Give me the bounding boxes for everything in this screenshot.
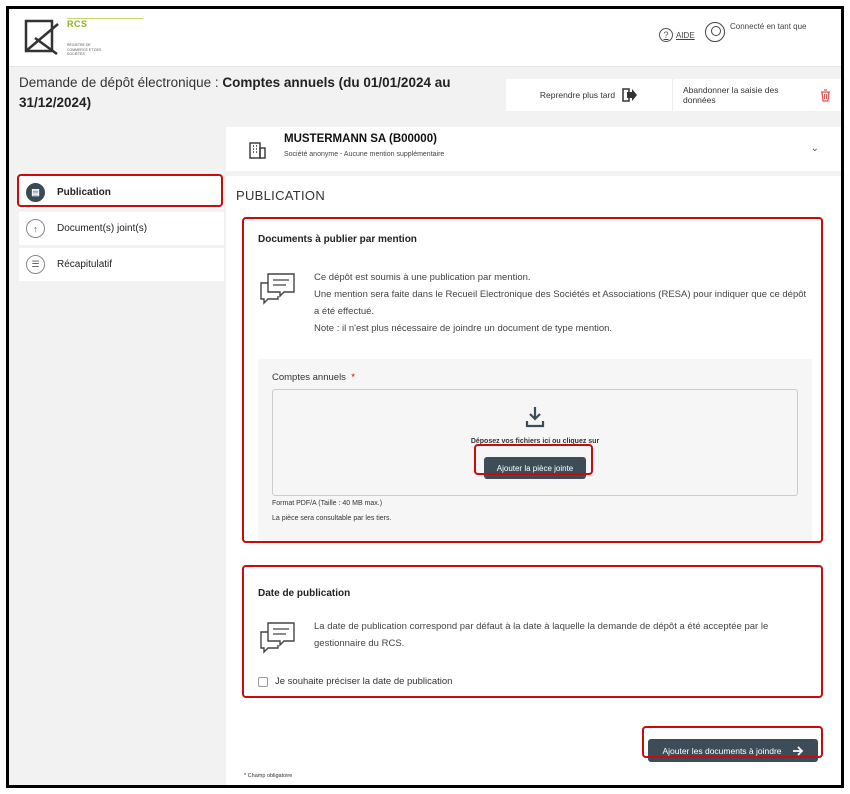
- trash-icon: [821, 88, 831, 102]
- page-title-prefix: Demande de dépôt électronique :: [19, 75, 223, 90]
- add-documents-label: Ajouter les documents à joindre: [662, 745, 782, 756]
- sidebar-item-documents[interactable]: ↑ Document(s) joint(s): [19, 212, 224, 245]
- company-subtitle: Société anonyme - Aucune mention supplém…: [284, 151, 445, 158]
- format-hint: Format PDF/A (Taille : 40 MB max.): [272, 500, 383, 507]
- sidebar-item-publication[interactable]: ▤ Publication: [19, 176, 224, 209]
- company-name: MUSTERMANN SA (B00000): [284, 133, 437, 145]
- building-icon: [249, 142, 266, 159]
- mention-card-title: Documents à publier par mention: [258, 234, 417, 245]
- date-info: La date de publication correspond par dé…: [258, 618, 813, 654]
- dropzone-text: Déposez vos fichiers ici ou cliquez sur: [470, 438, 600, 445]
- mention-line-2: Une mention sera faite dans le Recueil E…: [314, 289, 807, 317]
- specify-date-label[interactable]: Je souhaite préciser la date de publicat…: [275, 676, 452, 687]
- exit-arrow-icon: [622, 88, 638, 102]
- mention-card: Documents à publier par mention Ce dépôt…: [244, 219, 822, 552]
- user-menu[interactable]: Connecté en tant que: [705, 22, 807, 42]
- summary-icon: ☰: [26, 255, 45, 274]
- chat-bubbles-icon: [260, 273, 295, 305]
- sidebar-item-label: Récapitulatif: [57, 259, 113, 270]
- date-info-text: La date de publication correspond par dé…: [314, 621, 769, 649]
- date-card: Date de publication La date de publicati…: [244, 573, 822, 704]
- company-panel[interactable]: MUSTERMANN SA (B00000) Société anonyme -…: [226, 127, 841, 171]
- sidebar: ▤ Publication ↑ Document(s) joint(s) ☰ R…: [19, 176, 224, 284]
- add-documents-button[interactable]: Ajouter les documents à joindre: [648, 739, 818, 762]
- upload-label-text: Comptes annuels: [272, 372, 346, 383]
- mention-line-1: Ce dépôt est soumis à une publication pa…: [314, 272, 531, 283]
- download-icon: [525, 407, 545, 428]
- mention-info: Ce dépôt est soumis à une publication pa…: [258, 269, 813, 337]
- specify-date-row: Je souhaite préciser la date de publicat…: [258, 676, 452, 687]
- upload-label: Comptes annuels *: [272, 372, 355, 383]
- publication-icon: ▤: [26, 183, 45, 202]
- user-label: Connecté en tant que: [730, 22, 807, 31]
- main-content: PUBLICATION Documents à publier par ment…: [226, 176, 841, 785]
- arrow-right-icon: [792, 745, 803, 756]
- rcs-logo-icon: [24, 19, 59, 56]
- mandatory-note: * Champ obligatoire: [244, 773, 293, 779]
- sidebar-item-label: Document(s) joint(s): [57, 223, 148, 234]
- save-later-button[interactable]: Reprendre plus tard: [506, 79, 673, 111]
- page-title: Demande de dépôt électronique : Comptes …: [19, 73, 499, 113]
- chevron-down-icon[interactable]: ⌄: [811, 143, 819, 154]
- sidebar-item-summary[interactable]: ☰ Récapitulatif: [19, 248, 224, 281]
- specify-date-checkbox[interactable]: [258, 676, 268, 687]
- logo-subtitle: REGISTRE DE COMMERCE ET DES SOCIÉTÉS: [67, 43, 102, 56]
- help-link[interactable]: ? AIDE: [659, 28, 695, 42]
- section-title: PUBLICATION: [236, 188, 326, 203]
- user-avatar-icon: [705, 22, 725, 42]
- help-icon: ?: [659, 28, 673, 42]
- top-bar: RCS REGISTRE DE COMMERCE ET DES SOCIÉTÉS…: [9, 9, 841, 67]
- mention-info-text: Ce dépôt est soumis à une publication pa…: [314, 269, 813, 337]
- file-dropzone[interactable]: Déposez vos fichiers ici ou cliquez sur …: [272, 389, 798, 496]
- rcs-logo[interactable]: RCS REGISTRE DE COMMERCE ET DES SOCIÉTÉS: [23, 16, 143, 58]
- date-card-title: Date de publication: [258, 588, 351, 599]
- upload-section: Comptes annuels * Déposez vos fichiers i…: [258, 359, 812, 542]
- app-window: RCS REGISTRE DE COMMERCE ET DES SOCIÉTÉS…: [6, 6, 844, 788]
- chat-bubbles-icon: [260, 622, 295, 654]
- cloud-upload-icon: ↑: [26, 219, 45, 238]
- add-attachment-button[interactable]: Ajouter la pièce jointe: [484, 457, 586, 479]
- visibility-hint: La pièce sera consultable par les tiers.: [272, 515, 392, 522]
- logo-title: RCS: [67, 19, 88, 29]
- abandon-button[interactable]: Abandonner la saisie des données: [673, 79, 841, 111]
- sidebar-item-label: Publication: [57, 187, 111, 198]
- mention-line-3: Note : il n'est plus nécessaire de joind…: [314, 323, 613, 334]
- help-label: AIDE: [676, 30, 695, 40]
- save-later-label: Reprendre plus tard: [539, 90, 616, 100]
- action-bar: Reprendre plus tard Abandonner la saisie…: [506, 79, 841, 111]
- abandon-label: Abandonner la saisie des données: [683, 85, 779, 105]
- required-marker: *: [351, 372, 355, 383]
